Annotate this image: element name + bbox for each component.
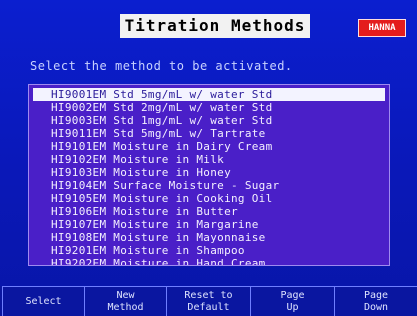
page-up-button[interactable]: Page Up [250, 286, 334, 316]
new-method-label-2: Method [107, 301, 144, 313]
method-item[interactable]: HI9102EM Moisture in Milk [33, 153, 385, 166]
page-down-label-2: Down [363, 301, 389, 313]
select-label: Select [25, 295, 62, 307]
page-up-label-2: Up [286, 301, 299, 313]
method-item[interactable]: HI9103EM Moisture in Honey [33, 166, 385, 179]
title-bar: Titration Methods HANNA [0, 14, 417, 40]
select-button[interactable]: Select [2, 286, 84, 316]
method-item[interactable]: HI9201EM Moisture in Shampoo [33, 244, 385, 257]
instruction-text: Select the method to be activated. [30, 59, 293, 73]
method-item[interactable]: HI9108EM Moisture in Mayonnaise [33, 231, 385, 244]
page-down-label-1: Page [363, 289, 389, 301]
method-item[interactable]: HI9101EM Moisture in Dairy Cream [33, 140, 385, 153]
method-item[interactable]: HI9001EM Std 5mg/mL w/ water Std [33, 88, 385, 101]
method-item[interactable]: HI9002EM Std 2mg/mL w/ water Std [33, 101, 385, 114]
brand-logo: HANNA [358, 19, 406, 37]
method-item[interactable]: HI9105EM Moisture in Cooking Oil [33, 192, 385, 205]
method-item[interactable]: HI9106EM Moisture in Butter [33, 205, 385, 218]
softkey-bar: Select New Method Reset to Default Page … [0, 286, 417, 316]
screen-title: Titration Methods [120, 14, 310, 38]
new-method-label-1: New [116, 289, 135, 301]
method-item[interactable]: HI9202EM Moisture in Hand Cream [33, 257, 385, 265]
titrator-screen: Titration Methods HANNA Select the metho… [0, 0, 417, 316]
reset-default-button[interactable]: Reset to Default [166, 286, 250, 316]
reset-label-1: Reset to [184, 289, 233, 301]
method-item[interactable]: HI9104EM Surface Moisture - Sugar [33, 179, 385, 192]
page-up-label-1: Page [280, 289, 305, 301]
method-item[interactable]: HI9003EM Std 1mg/mL w/ water Std [33, 114, 385, 127]
new-method-button[interactable]: New Method [84, 286, 166, 316]
page-down-button[interactable]: Page Down [334, 286, 417, 316]
reset-label-2: Default [187, 301, 230, 313]
method-item[interactable]: HI9011EM Std 5mg/mL w/ Tartrate [33, 127, 385, 140]
method-list[interactable]: HI9001EM Std 5mg/mL w/ water Std HI9002E… [28, 84, 390, 266]
method-item[interactable]: HI9107EM Moisture in Margarine [33, 218, 385, 231]
